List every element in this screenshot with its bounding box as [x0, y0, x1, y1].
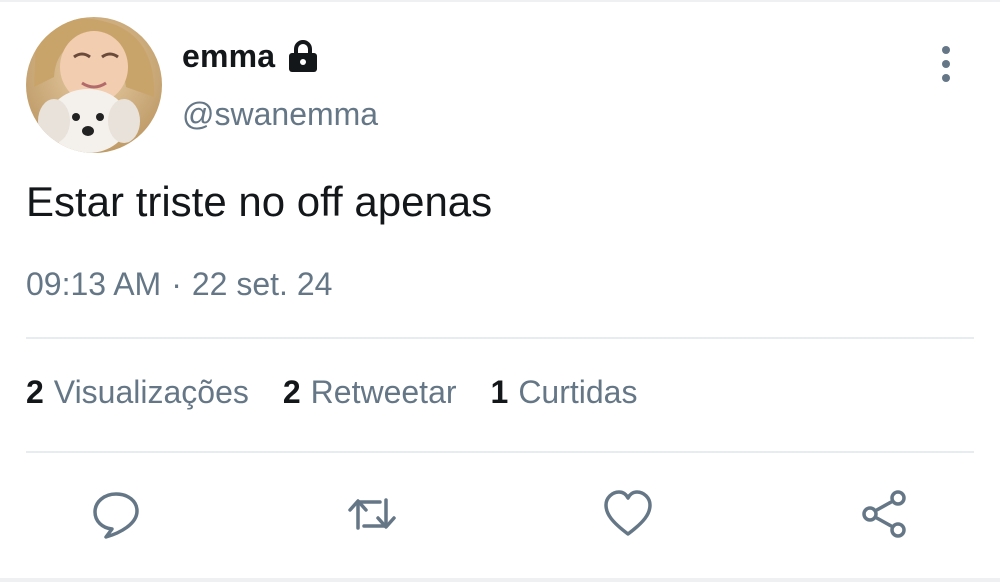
- likes-stat[interactable]: 1 Curtidas: [491, 374, 638, 411]
- retweets-count: 2: [282, 374, 301, 410]
- tweet-stats: 2 Visualizações 2 Retweetar 1 Curtidas: [26, 374, 671, 411]
- avatar[interactable]: [26, 17, 162, 153]
- bottom-border: [0, 578, 1000, 582]
- likes-label: Curtidas: [518, 374, 638, 410]
- retweets-label: Retweetar: [310, 374, 457, 410]
- display-name[interactable]: emma: [182, 38, 275, 75]
- retweet-icon: [348, 498, 396, 530]
- like-button[interactable]: [600, 486, 656, 542]
- tweet-timestamp[interactable]: 09:13 AM · 22 set. 24: [26, 266, 332, 303]
- author-name-row: emma: [182, 32, 321, 80]
- more-vertical-icon[interactable]: [928, 44, 964, 84]
- avatar-image: [26, 17, 162, 153]
- divider: [26, 451, 974, 453]
- retweets-stat[interactable]: 2 Retweetar: [283, 374, 457, 411]
- share-icon: [862, 490, 906, 538]
- tweet-time: 09:13 AM: [26, 266, 162, 302]
- lock-icon: [285, 38, 321, 74]
- timestamp-separator: ·: [171, 266, 182, 302]
- views-label: Visualizações: [53, 374, 249, 410]
- tweet-date: 22 set. 24: [191, 266, 333, 302]
- tweet-text: Estar triste no off apenas: [26, 178, 493, 225]
- reply-icon: [93, 492, 139, 539]
- likes-count: 1: [490, 374, 509, 410]
- retweet-button[interactable]: [344, 486, 400, 542]
- top-border: [0, 0, 1000, 2]
- views-stat[interactable]: 2 Visualizações: [26, 374, 249, 411]
- tweet-card: emma @swanemma Estar triste no off apena…: [0, 0, 1000, 582]
- user-handle[interactable]: @swanemma: [182, 96, 378, 133]
- divider: [26, 337, 974, 339]
- heart-icon: [604, 490, 652, 536]
- views-count: 2: [26, 374, 44, 410]
- share-button[interactable]: [856, 486, 912, 542]
- reply-button[interactable]: [88, 486, 144, 542]
